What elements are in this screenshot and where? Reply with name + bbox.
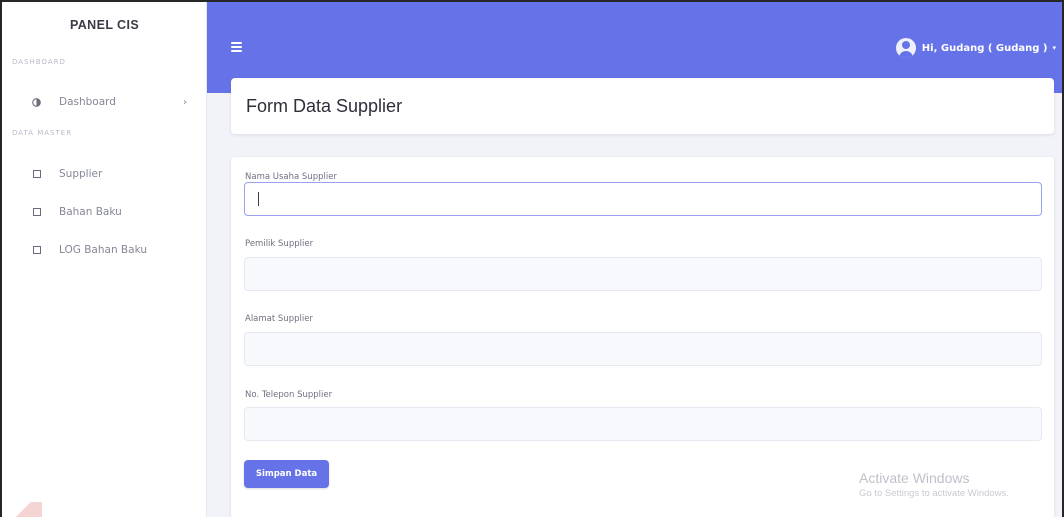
sidebar: PANEL CIS DASHBOARD Dashboard › DATA MAS… [2, 2, 207, 517]
hamburger-menu-icon[interactable] [231, 42, 242, 52]
sidebar-item-label: LOG Bahan Baku [59, 244, 147, 256]
brand-title[interactable]: PANEL CIS [2, 18, 207, 32]
simpan-data-button[interactable]: Simpan Data [244, 460, 329, 488]
user-menu[interactable]: Hi, Gudang ( Gudang ) ▾ [895, 38, 1056, 58]
pemilik-supplier-input[interactable] [244, 257, 1042, 291]
sidebar-item-bahan-baku[interactable]: Bahan Baku [2, 194, 207, 230]
app-window: PANEL CIS DASHBOARD Dashboard › DATA MAS… [0, 0, 1064, 517]
section-label-data-master: DATA MASTER [12, 129, 73, 137]
no-telepon-supplier-input[interactable] [244, 407, 1042, 441]
sidebar-item-dashboard[interactable]: Dashboard › [2, 84, 207, 120]
watermark-title: Activate Windows [859, 470, 970, 486]
sidebar-item-label: Supplier [59, 168, 103, 180]
chevron-right-icon: › [183, 96, 187, 108]
caret-down-icon: ▾ [1052, 44, 1056, 52]
activate-windows-watermark: Activate Windows Go to Settings to activ… [859, 470, 1009, 499]
field-label-telepon: No. Telepon Supplier [245, 390, 333, 400]
page-title: Form Data Supplier [246, 96, 403, 116]
section-label-dashboard: DASHBOARD [12, 58, 66, 66]
square-icon [33, 246, 41, 254]
user-name: Hi, Gudang ( Gudang ) [921, 42, 1048, 54]
alamat-supplier-input[interactable] [244, 332, 1042, 366]
nama-usaha-supplier-input[interactable] [244, 182, 1042, 216]
field-label-alamat: Alamat Supplier [245, 314, 313, 324]
square-icon [33, 170, 41, 178]
supplier-form: Nama Usaha Supplier Pemilik Supplier Ala… [231, 157, 1054, 517]
sidebar-item-label: Dashboard [59, 96, 116, 108]
field-label-pemilik: Pemilik Supplier [245, 239, 314, 249]
text-cursor [258, 192, 259, 206]
sidebar-item-supplier[interactable]: Supplier [2, 156, 207, 192]
palette-icon [31, 97, 41, 107]
field-label-nama-usaha: Nama Usaha Supplier [245, 172, 337, 182]
watermark-subtitle: Go to Settings to activate Windows. [859, 488, 1009, 499]
user-avatar-icon [895, 38, 916, 58]
square-icon [33, 208, 41, 216]
sidebar-item-label: Bahan Baku [59, 206, 122, 218]
corner-decoration [2, 502, 42, 517]
page-header: Form Data Supplier [231, 78, 1054, 134]
sidebar-item-log-bahan-baku[interactable]: LOG Bahan Baku [2, 232, 207, 268]
